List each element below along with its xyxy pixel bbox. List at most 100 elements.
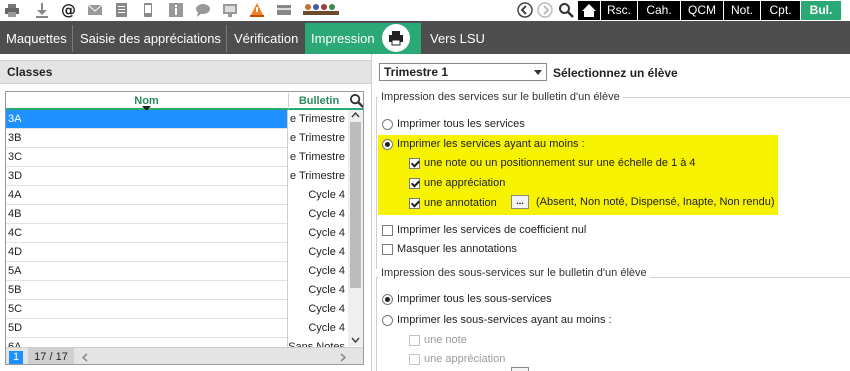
- tab-vers-lsu[interactable]: Vers LSU: [424, 23, 504, 54]
- tab-vers-lsu-label: Vers LSU: [430, 31, 485, 46]
- column-header-bulletin-label: Bulletin: [298, 95, 340, 107]
- check-mask-annotations[interactable]: [382, 244, 393, 255]
- check-coefficient-nul[interactable]: [382, 225, 393, 236]
- classes-title: Classes: [0, 60, 371, 84]
- table-row[interactable]: 4B Cycle 4: [6, 205, 348, 224]
- table-row[interactable]: 4C Cycle 4: [6, 224, 348, 243]
- phone-icon[interactable]: [140, 2, 156, 18]
- nav-cah-label: Cah.: [646, 3, 672, 17]
- table-row[interactable]: 3A e Trimestre: [6, 110, 348, 129]
- row-bulletin: e Trimestre: [287, 148, 348, 167]
- row-name: 5D: [8, 322, 23, 334]
- tab-maquettes[interactable]: Maquettes: [0, 23, 72, 54]
- tab-divider: [226, 25, 227, 52]
- nav-cpt[interactable]: Cpt.: [761, 1, 800, 20]
- row-bulletin: Cycle 4: [287, 319, 348, 338]
- nav-qcm-label: QCM: [688, 3, 716, 17]
- check-subservice-appreciation-label: une appréciation: [424, 353, 506, 365]
- tab-verification-label: Vérification: [234, 31, 299, 46]
- scroll-down-icon[interactable]: [351, 337, 360, 343]
- period-select[interactable]: Trimestre 1: [379, 63, 547, 81]
- subservice-more-button[interactable]: [511, 367, 529, 371]
- table-row[interactable]: 5D Cycle 4: [6, 319, 348, 338]
- back-arrow-icon[interactable]: [517, 2, 533, 18]
- table-row[interactable]: 3C e Trimestre: [6, 148, 348, 167]
- radio-all-services-label: Imprimer tous les services: [397, 118, 525, 130]
- select-student-label: Sélectionnez un élève: [553, 66, 678, 80]
- home-button[interactable]: [578, 1, 600, 20]
- table-row[interactable]: 5A Cycle 4: [6, 262, 348, 281]
- annotation-list: (Absent, Non noté, Dispensé, Inapte, Non…: [536, 196, 775, 208]
- check-coefficient-nul-label: Imprimer les services de coefficient nul: [397, 224, 587, 236]
- printer-icon[interactable]: [4, 2, 20, 18]
- tab-saisie[interactable]: Saisie des appréciations: [74, 23, 225, 54]
- nav-not[interactable]: Not.: [724, 1, 760, 20]
- info-icon[interactable]: [168, 2, 184, 18]
- scrollbar-thumb[interactable]: [350, 122, 361, 288]
- email-at-icon[interactable]: @: [60, 2, 76, 18]
- radio-all-subservices[interactable]: [382, 294, 393, 305]
- card-icon[interactable]: [276, 2, 292, 18]
- svg-text:@: @: [61, 2, 76, 18]
- search-icon[interactable]: [349, 93, 364, 108]
- home-icon: [582, 4, 596, 17]
- table-row[interactable]: 4D Cycle 4: [6, 243, 348, 262]
- radio-all-subservices-label: Imprimer tous les sous-services: [397, 293, 552, 305]
- tab-divider: [72, 25, 73, 52]
- meeting-icon[interactable]: [303, 2, 339, 18]
- table-row[interactable]: 5C Cycle 4: [6, 300, 348, 319]
- table-row[interactable]: 3D e Trimestre: [6, 167, 348, 186]
- alarm-icon[interactable]: [249, 2, 265, 18]
- scroll-left-icon[interactable]: [82, 353, 88, 362]
- letter-icon[interactable]: [113, 2, 129, 18]
- check-annotation[interactable]: [409, 198, 420, 209]
- check-mask-annotations-label: Masquer les annotations: [397, 243, 517, 255]
- row-name: 3C: [8, 151, 23, 163]
- row-bulletin: Cycle 4: [287, 205, 348, 224]
- nav-cah[interactable]: Cah.: [638, 1, 680, 20]
- print-button[interactable]: [382, 24, 410, 52]
- row-name: 3A: [8, 113, 22, 125]
- radio-atleast-services[interactable]: [382, 139, 393, 150]
- row-bulletin: Cycle 4: [287, 262, 348, 281]
- search-icon[interactable]: [558, 2, 574, 18]
- scroll-up-icon[interactable]: [351, 112, 360, 118]
- envelope-icon[interactable]: [87, 2, 103, 18]
- nav-rsc[interactable]: Rsc.: [601, 1, 637, 20]
- scroll-right-icon[interactable]: [340, 353, 346, 362]
- nav-bul[interactable]: Bul.: [801, 1, 841, 20]
- row-name: 5C: [8, 303, 23, 315]
- chat-icon[interactable]: [195, 2, 211, 18]
- grid-footer: 1 17 / 17: [6, 347, 363, 364]
- tab-saisie-label: Saisie des appréciations: [80, 31, 221, 46]
- radio-atleast-subservices[interactable]: [382, 315, 393, 326]
- annotation-more-button[interactable]: ...: [511, 195, 529, 209]
- row-name: 4C: [8, 227, 23, 239]
- nav-qcm[interactable]: QCM: [681, 1, 723, 20]
- tab-impression-label: Impression: [311, 31, 375, 46]
- tab-verification[interactable]: Vérification: [228, 23, 303, 54]
- row-bulletin: Cycle 4: [287, 243, 348, 262]
- check-note[interactable]: [409, 158, 420, 169]
- subservices-group-title: Impression des sous-services sur le bull…: [378, 267, 650, 279]
- column-header-bulletin[interactable]: Bulletin: [288, 93, 349, 109]
- row-bulletin: Cycle 4: [287, 224, 348, 243]
- radio-all-services[interactable]: [382, 119, 393, 130]
- vertical-scrollbar[interactable]: [348, 110, 363, 346]
- row-name: 4B: [8, 208, 22, 220]
- radio-atleast-subservices-label: Imprimer les sous-services ayant au moin…: [397, 314, 612, 326]
- download-icon[interactable]: [34, 2, 50, 18]
- check-appreciation[interactable]: [409, 178, 420, 189]
- check-subservice-appreciation[interactable]: [409, 354, 420, 365]
- classes-panel: Classes Nom Bulletin 3A e Trimestre 3B e T…: [0, 54, 371, 371]
- check-subservice-note[interactable]: [409, 335, 420, 346]
- table-row[interactable]: 5B Cycle 4: [6, 281, 348, 300]
- forward-arrow-icon[interactable]: [537, 2, 553, 18]
- nav-cpt-label: Cpt.: [769, 3, 792, 17]
- table-row[interactable]: 4A Cycle 4: [6, 186, 348, 205]
- screen-icon[interactable]: [222, 2, 238, 18]
- print-options-panel: Trimestre 1 Sélectionnez un élève Impres…: [371, 54, 850, 371]
- period-select-value: Trimestre 1: [384, 65, 449, 79]
- table-row[interactable]: 3B e Trimestre: [6, 129, 348, 148]
- row-count: 17 / 17: [28, 348, 74, 364]
